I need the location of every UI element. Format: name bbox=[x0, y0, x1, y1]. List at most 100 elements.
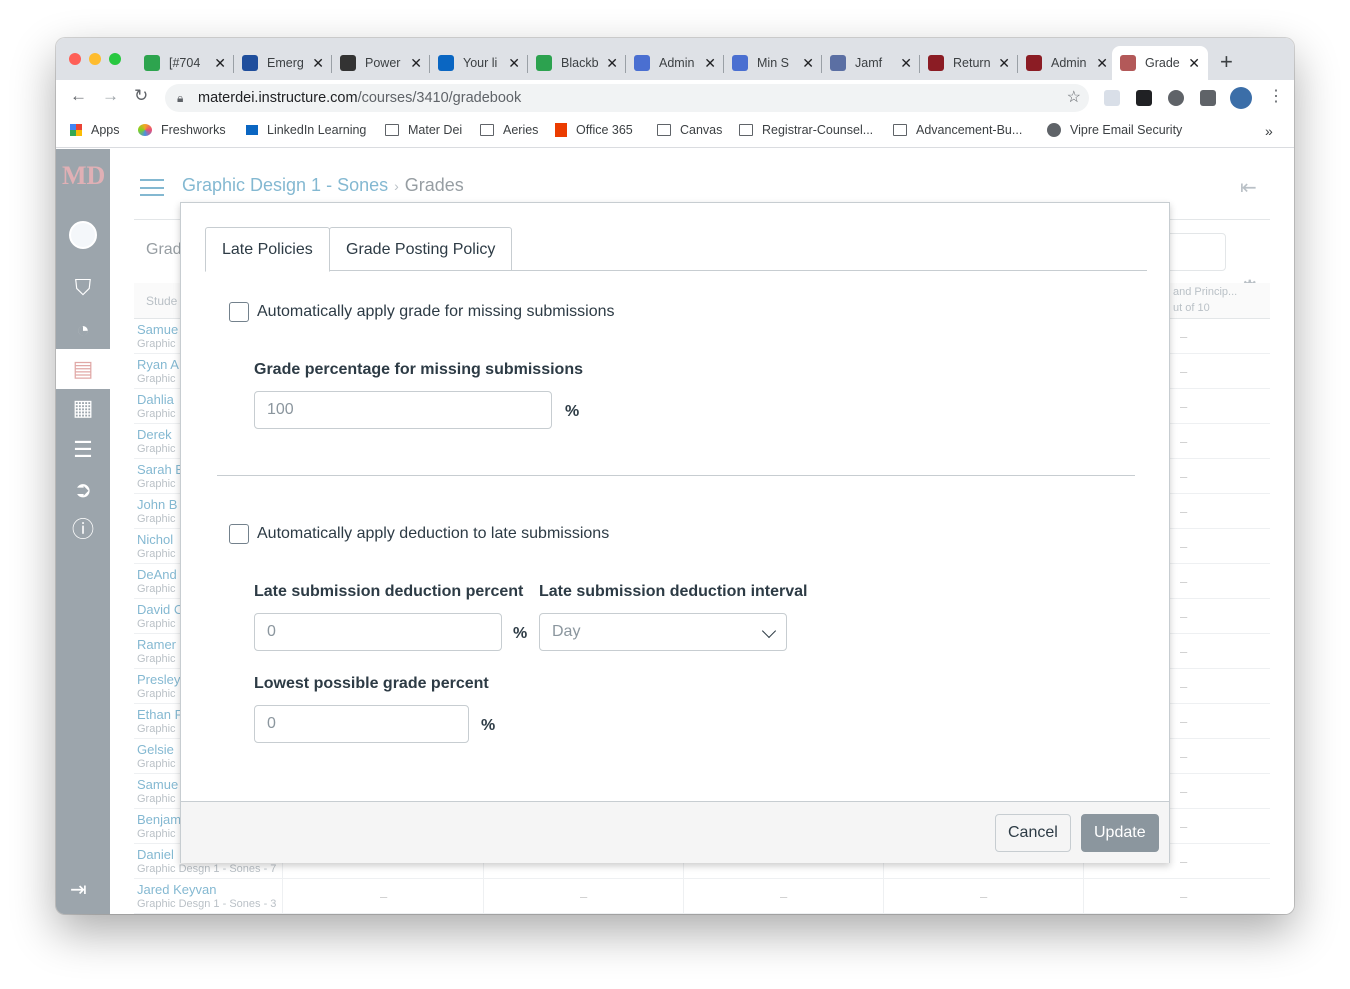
late-submissions-checkbox-label[interactable]: Automatically apply deduction to late su… bbox=[257, 525, 609, 543]
browser-tab[interactable]: Power ✕ bbox=[332, 46, 430, 80]
tab-close-icon[interactable]: ✕ bbox=[704, 55, 716, 72]
browser-tab[interactable]: Admin ✕ bbox=[1018, 46, 1116, 80]
tab-close-icon[interactable]: ✕ bbox=[312, 55, 324, 72]
extension-cast-icon[interactable] bbox=[1104, 90, 1120, 106]
update-button[interactable]: Update bbox=[1081, 814, 1159, 852]
extension-circle-icon[interactable] bbox=[1168, 90, 1184, 106]
forward-icon[interactable]: → bbox=[102, 86, 119, 106]
bookmark-label: Registrar-Counsel... bbox=[762, 123, 874, 137]
bookmark-label: LinkedIn Learning bbox=[267, 123, 367, 137]
lowest-grade-percent-sign: % bbox=[481, 717, 496, 734]
lock-icon: 🔒︎ bbox=[177, 91, 184, 105]
bookmark-canvas[interactable]: Canvas bbox=[657, 123, 722, 137]
bookmark-label: Advancement-Bu... bbox=[916, 123, 1023, 137]
tab-favicon-icon bbox=[242, 55, 258, 71]
chrome-menu-icon[interactable]: ⋮ bbox=[1268, 86, 1284, 106]
tab-close-icon[interactable]: ✕ bbox=[998, 55, 1010, 72]
bookmark-star-icon[interactable]: ☆ bbox=[1067, 84, 1081, 112]
tab-title: [#704 bbox=[169, 56, 201, 70]
tab-close-icon[interactable]: ✕ bbox=[900, 55, 912, 72]
globe-icon bbox=[1047, 123, 1061, 137]
late-interval-select[interactable]: Day bbox=[539, 613, 787, 651]
bookmarks-bar: Apps Freshworks LinkedIn Learning Mater … bbox=[56, 116, 1294, 148]
tab-title: Power bbox=[365, 56, 401, 70]
browser-tab[interactable]: Emerg ✕ bbox=[234, 46, 332, 80]
reload-icon[interactable]: ↻ bbox=[134, 86, 148, 106]
browser-tab[interactable]: [#704 ✕ bbox=[136, 46, 234, 80]
late-submissions-checkbox[interactable] bbox=[229, 524, 249, 544]
browser-tab[interactable]: Grade ✕ bbox=[1112, 46, 1208, 80]
browser-tab[interactable]: Admin ✕ bbox=[626, 46, 724, 80]
lowest-grade-label: Lowest possible grade percent bbox=[254, 675, 489, 692]
bookmarks-overflow-button[interactable]: » bbox=[1265, 123, 1273, 139]
modal-footer: Cancel Update bbox=[181, 801, 1169, 863]
browser-window: [#704 ✕ Emerg ✕ Power ✕ Your li ✕ Blackb ✕ Admin ✕ M… bbox=[56, 38, 1294, 914]
bookmark-apps[interactable]: Apps bbox=[70, 123, 120, 137]
tab-close-icon[interactable]: ✕ bbox=[802, 55, 814, 72]
tab-close-icon[interactable]: ✕ bbox=[606, 55, 618, 72]
missing-submissions-checkbox-label[interactable]: Automatically apply grade for missing su… bbox=[257, 303, 614, 321]
tab-grade-posting-policy[interactable]: Grade Posting Policy bbox=[329, 227, 513, 271]
extension-selenium-icon[interactable] bbox=[1136, 90, 1152, 106]
missing-submissions-checkbox[interactable] bbox=[229, 302, 249, 322]
lowest-grade-input[interactable]: 0 bbox=[254, 705, 469, 743]
cancel-button[interactable]: Cancel bbox=[995, 814, 1071, 852]
bookmark-mater-dei[interactable]: Mater Dei bbox=[385, 123, 462, 137]
folder-icon bbox=[739, 124, 753, 136]
tab-close-icon[interactable]: ✕ bbox=[410, 55, 422, 72]
tab-close-icon[interactable]: ✕ bbox=[1188, 55, 1200, 72]
browser-tab[interactable]: Blackb ✕ bbox=[528, 46, 626, 80]
browser-tab[interactable]: Jamf ✕ bbox=[822, 46, 920, 80]
extensions-puzzle-icon[interactable] bbox=[1200, 90, 1216, 106]
tab-close-icon[interactable]: ✕ bbox=[508, 55, 520, 72]
late-interval-label: Late submission deduction interval bbox=[539, 583, 808, 600]
section-divider bbox=[217, 475, 1135, 476]
tab-favicon-icon bbox=[1026, 55, 1042, 71]
tab-title: Admin bbox=[1051, 56, 1087, 70]
bookmark-office365[interactable]: Office 365 bbox=[555, 123, 633, 137]
tab-close-icon[interactable]: ✕ bbox=[1096, 55, 1108, 72]
browser-toolbar: ← → ↻ 🔒︎ materdei.instructure.com/course… bbox=[56, 80, 1294, 116]
bookmark-label: Office 365 bbox=[576, 123, 633, 137]
minimize-window-button[interactable] bbox=[89, 53, 101, 65]
browser-tab[interactable]: Min S ✕ bbox=[724, 46, 822, 80]
tab-favicon-icon bbox=[144, 55, 160, 71]
tab-favicon-icon bbox=[732, 55, 748, 71]
folder-icon bbox=[480, 124, 494, 136]
tab-strip: [#704 ✕ Emerg ✕ Power ✕ Your li ✕ Blackb ✕ Admin ✕ M… bbox=[56, 38, 1294, 80]
freshworks-icon bbox=[138, 124, 152, 136]
tab-title: Your li bbox=[463, 56, 498, 70]
bookmark-label: Mater Dei bbox=[408, 123, 463, 137]
bookmark-aeries[interactable]: Aeries bbox=[480, 123, 538, 137]
maximize-window-button[interactable] bbox=[109, 53, 121, 65]
bookmark-advancement[interactable]: Advancement-Bu... bbox=[893, 123, 1022, 137]
bookmark-linkedin-learning[interactable]: LinkedIn Learning bbox=[246, 123, 366, 137]
profile-avatar[interactable] bbox=[1230, 87, 1252, 109]
apps-grid-icon bbox=[70, 124, 82, 136]
tab-title: Emerg bbox=[267, 56, 304, 70]
tab-favicon-icon bbox=[1120, 55, 1136, 71]
address-bar[interactable]: 🔒︎ materdei.instructure.com/courses/3410… bbox=[165, 84, 1089, 112]
bookmark-vipre[interactable]: Vipre Email Security bbox=[1047, 123, 1182, 137]
tab-late-policies[interactable]: Late Policies bbox=[205, 227, 330, 272]
bookmark-label: Canvas bbox=[680, 123, 723, 137]
gradebook-settings-modal: Late Policies Grade Posting Policy Autom… bbox=[180, 202, 1170, 863]
browser-tab[interactable]: Your li ✕ bbox=[430, 46, 528, 80]
missing-pct-input[interactable]: 100 bbox=[254, 391, 552, 429]
bookmark-registrar[interactable]: Registrar-Counsel... bbox=[739, 123, 873, 137]
tab-favicon-icon bbox=[536, 55, 552, 71]
tab-title: Jamf bbox=[855, 56, 883, 70]
browser-tab[interactable]: Return ✕ bbox=[920, 46, 1018, 80]
tab-title: Min S bbox=[757, 56, 789, 70]
new-tab-button[interactable]: + bbox=[1220, 49, 1233, 75]
tab-title: Admin bbox=[659, 56, 695, 70]
back-icon[interactable]: ← bbox=[70, 86, 87, 106]
url-path: /courses/3410/gradebook bbox=[357, 90, 522, 106]
tab-title: Blackb bbox=[561, 56, 599, 70]
close-window-button[interactable] bbox=[69, 53, 81, 65]
missing-pct-label: Grade percentage for missing submissions bbox=[254, 361, 583, 378]
bookmark-freshworks[interactable]: Freshworks bbox=[138, 123, 226, 137]
late-deduction-input[interactable]: 0 bbox=[254, 613, 502, 651]
tab-close-icon[interactable]: ✕ bbox=[214, 55, 226, 72]
late-interval-value: Day bbox=[552, 623, 581, 640]
